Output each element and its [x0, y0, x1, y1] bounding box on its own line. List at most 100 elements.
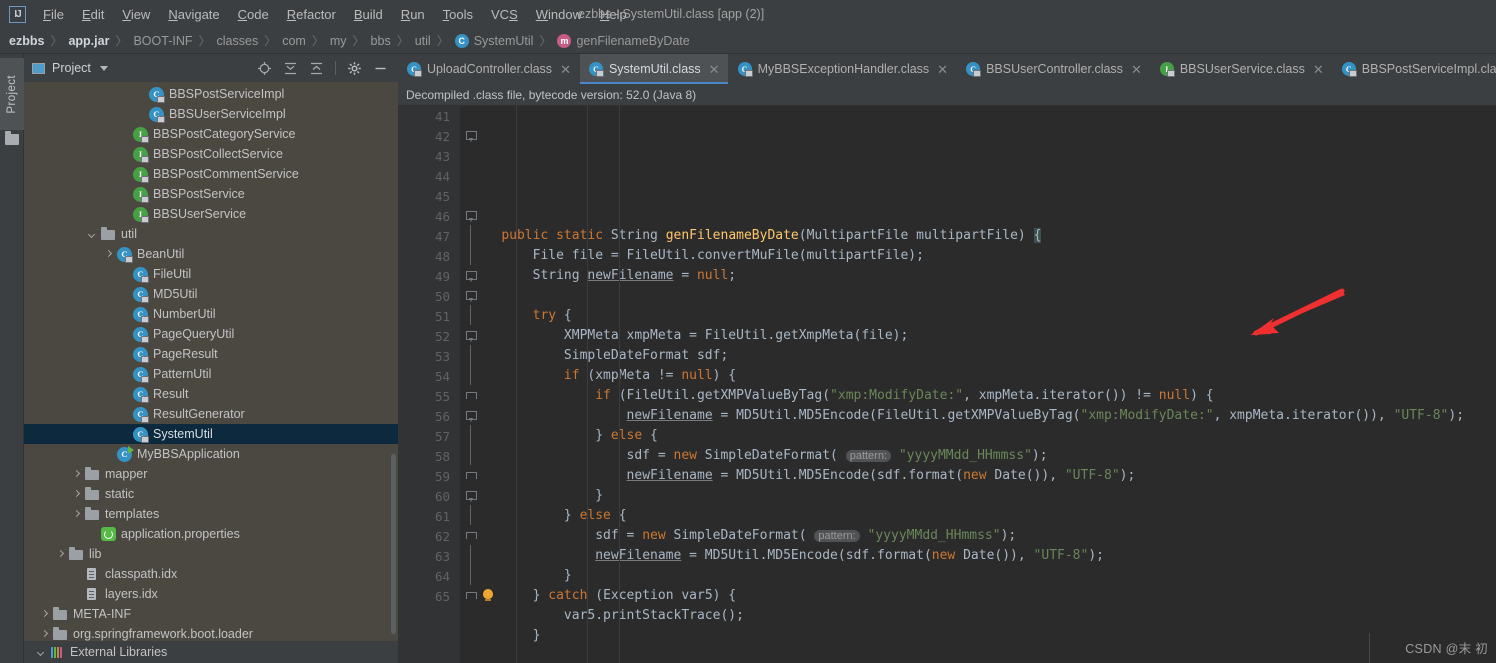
chevron-right-icon[interactable]	[40, 610, 49, 619]
tree-node-static[interactable]: static	[24, 484, 398, 504]
gutter-line-45[interactable]: 45	[398, 186, 460, 206]
breadcrumb-item-util[interactable]: util	[415, 34, 431, 48]
tree-node-result[interactable]: C Result	[24, 384, 398, 404]
breadcrumb-item-classes[interactable]: classes	[217, 34, 259, 48]
code-editor[interactable]: 41 42 43 44 45 46 47 48 49 50 51 52 53 54 55 56 57 58 59 60…	[398, 106, 1496, 663]
gutter-line-54[interactable]: 54	[398, 365, 471, 386]
tree-node-bbsuserserviceimpl[interactable]: C BBSUserServiceImpl	[24, 104, 398, 124]
tree-node-systemutil[interactable]: C SystemUtil	[24, 424, 398, 444]
editor-tab-bbspostserviceimpl-class[interactable]: CBBSPostServiceImpl.class✕	[1333, 54, 1496, 84]
code-line-62[interactable]: }	[470, 626, 1496, 646]
menu-item-tools[interactable]: Tools	[434, 4, 482, 25]
chevron-down-icon[interactable]	[99, 65, 108, 71]
code-line-47[interactable]: XMPMeta xmpMeta = FileUtil.getXmpMeta(fi…	[470, 326, 1496, 346]
gutter-line-61[interactable]: 61	[398, 505, 471, 526]
tree-node-bbspostcollectservice[interactable]: I BBSPostCollectService	[24, 144, 398, 164]
code-line-45[interactable]	[470, 286, 1496, 306]
gutter-line-41[interactable]: 41	[398, 106, 460, 126]
code-line-58[interactable]: newFilename = MD5Util.MD5Encode(sdf.form…	[470, 546, 1496, 566]
menu-item-build[interactable]: Build	[345, 4, 392, 25]
code-line-54[interactable]: newFilename = MD5Util.MD5Encode(sdf.form…	[470, 466, 1496, 486]
close-icon[interactable]: ✕	[1313, 63, 1324, 76]
editor-tab-systemutil-class[interactable]: C SystemUtil.class ✕	[579, 54, 729, 84]
code-line-61[interactable]: var5.printStackTrace();	[470, 606, 1496, 626]
tree-node-org-springframework-boot-loader[interactable]: org.springframework.boot.loader	[24, 624, 398, 641]
tree-node-application-properties[interactable]: application.properties	[24, 524, 398, 544]
tool-window-button-project[interactable]: Project	[0, 58, 24, 130]
breadcrumb-item-app-jar[interactable]: app.jar	[68, 34, 109, 48]
breadcrumb-item-systemutil[interactable]: C SystemUtil	[454, 33, 533, 48]
tree-node-beanutil[interactable]: C BeanUtil	[24, 244, 398, 264]
code-line-52[interactable]: } else {	[470, 426, 1496, 446]
tree-node-patternutil[interactable]: C PatternUtil	[24, 364, 398, 384]
tree-node-external-libraries[interactable]: External Libraries	[24, 641, 398, 663]
gutter-line-56[interactable]: 56	[398, 406, 477, 426]
close-icon[interactable]: ✕	[1131, 63, 1142, 76]
breadcrumb-item-genfilenamebydate[interactable]: m genFilenameByDate	[557, 33, 690, 48]
breadcrumb-item-com[interactable]: com	[282, 34, 306, 48]
editor-gutter[interactable]: 41 42 43 44 45 46 47 48 49 50 51 52 53 54 55 56 57 58 59 60…	[398, 106, 493, 663]
tree-node-fileutil[interactable]: C FileUtil	[24, 264, 398, 284]
tree-node-util[interactable]: util	[24, 224, 398, 244]
code-line-56[interactable]: } else {	[470, 506, 1496, 526]
tree-node-meta-inf[interactable]: META-INF	[24, 604, 398, 624]
collapse-all-icon[interactable]	[309, 61, 324, 76]
gutter-line-52[interactable]: 52	[398, 326, 477, 346]
gear-icon[interactable]	[347, 61, 362, 76]
gutter-line-59[interactable]: 59	[398, 466, 477, 486]
gutter-line-50[interactable]: 50	[398, 286, 477, 306]
tree-node-bbspostservice[interactable]: I BBSPostService	[24, 184, 398, 204]
menu-item-view[interactable]: View	[113, 4, 159, 25]
code-line-53[interactable]: sdf = new SimpleDateFormat( pattern: "yy…	[470, 446, 1496, 466]
menu-item-run[interactable]: Run	[392, 4, 434, 25]
code-line-51[interactable]: newFilename = MD5Util.MD5Encode(FileUtil…	[470, 406, 1496, 426]
breadcrumb-item-my[interactable]: my	[330, 34, 347, 48]
code-line-63[interactable]	[470, 646, 1496, 663]
chevron-right-icon[interactable]	[72, 490, 81, 499]
gutter-line-64[interactable]: 64	[398, 565, 471, 586]
menu-item-vcs[interactable]: VCS	[482, 4, 527, 25]
menu-item-navigate[interactable]: Navigate	[159, 4, 228, 25]
editor-tab-bbsusercontroller-class[interactable]: C BBSUserController.class ✕	[957, 54, 1151, 84]
editor-tab-uploadcontroller-class[interactable]: C UploadController.class ✕	[398, 54, 580, 84]
chevron-right-icon[interactable]	[104, 250, 113, 259]
project-tree[interactable]: C BBSPostServiceImpl C BBSUserServiceImpl I B…	[24, 82, 398, 641]
gutter-line-63[interactable]: 63	[398, 545, 471, 566]
close-icon[interactable]: ✕	[560, 63, 571, 76]
breadcrumb-item-boot-inf[interactable]: BOOT-INF	[133, 34, 192, 48]
gutter-line-51[interactable]: 51	[398, 305, 471, 326]
gutter-line-55[interactable]: 55	[398, 386, 477, 406]
gutter-line-44[interactable]: 44	[398, 166, 460, 186]
breadcrumb-item-ezbbs[interactable]: ezbbs	[9, 34, 44, 48]
menu-item-file[interactable]: File	[34, 4, 73, 25]
code-line-41[interactable]	[470, 206, 1496, 226]
close-icon[interactable]: ✕	[937, 63, 948, 76]
tree-node-md5util[interactable]: C MD5Util	[24, 284, 398, 304]
gutter-line-58[interactable]: 58	[398, 445, 471, 466]
gutter-line-42[interactable]: 42	[398, 126, 477, 146]
code-text[interactable]: public static String genFilenameByDate(M…	[460, 106, 1496, 663]
gutter-line-48[interactable]: 48	[398, 245, 471, 266]
menu-item-code[interactable]: Code	[229, 4, 278, 25]
code-line-50[interactable]: if (FileUtil.getXMPValueByTag("xmp:Modif…	[470, 386, 1496, 406]
gutter-line-47[interactable]: 47	[398, 225, 471, 246]
tree-node-pageresult[interactable]: C PageResult	[24, 344, 398, 364]
chevron-right-icon[interactable]	[56, 550, 65, 559]
code-line-44[interactable]: String newFilename = null;	[470, 266, 1496, 286]
code-line-46[interactable]: try {	[470, 306, 1496, 326]
chevron-right-icon[interactable]	[40, 630, 49, 639]
chevron-down-icon[interactable]	[88, 230, 97, 239]
code-line-48[interactable]: SimpleDateFormat sdf;	[470, 346, 1496, 366]
tree-node-bbspostcommentservice[interactable]: I BBSPostCommentService	[24, 164, 398, 184]
minimize-icon[interactable]	[373, 61, 388, 76]
code-line-42[interactable]: public static String genFilenameByDate(M…	[470, 226, 1496, 246]
chevron-right-icon[interactable]	[72, 470, 81, 479]
code-line-60[interactable]: } catch (Exception var5) {	[470, 586, 1496, 606]
tree-node-bbspostcategoryservice[interactable]: I BBSPostCategoryService	[24, 124, 398, 144]
tree-node-pagequeryutil[interactable]: C PageQueryUtil	[24, 324, 398, 344]
breadcrumb-item-bbs[interactable]: bbs	[371, 34, 391, 48]
gutter-line-60[interactable]: 60	[398, 486, 477, 506]
gutter-line-46[interactable]: 46	[398, 206, 477, 226]
gutter-line-62[interactable]: 62	[398, 526, 477, 546]
tree-node-mybbsapplication[interactable]: C MyBBSApplication	[24, 444, 398, 464]
